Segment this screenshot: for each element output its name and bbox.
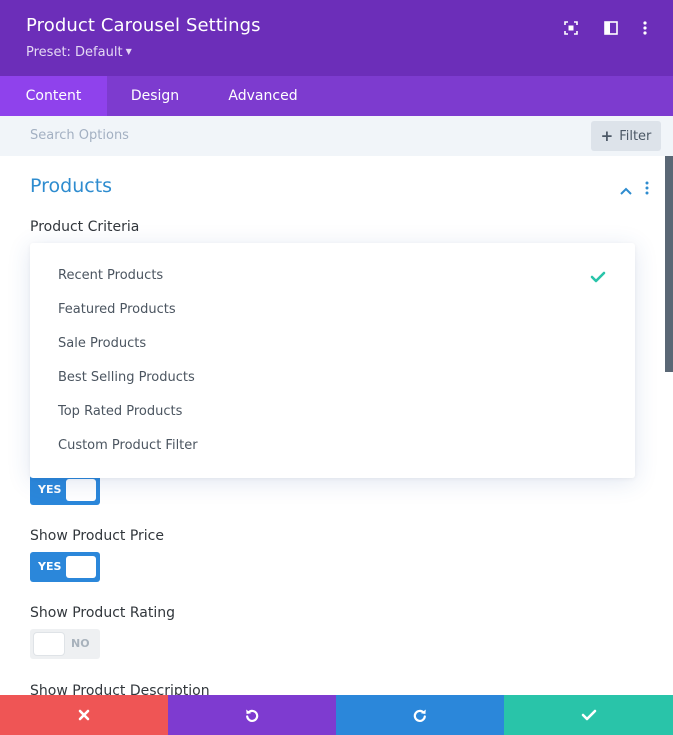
action-bar [0,695,673,735]
option-recent-products[interactable]: Recent Products [58,268,163,283]
option-custom-product-filter[interactable]: Custom Product Filter [58,438,198,453]
section-title[interactable]: Products [30,175,112,197]
search-input[interactable] [30,116,430,156]
undo-icon [246,709,259,722]
redo-button[interactable] [336,695,504,735]
cancel-button[interactable] [0,695,168,735]
check-icon [581,709,596,721]
toggle-show-product-title[interactable]: YES [30,475,100,505]
tab-content[interactable]: Content [0,76,107,116]
toggle-knob [34,633,64,655]
show-product-rating-label: Show Product Rating [30,605,175,621]
preset-label: Preset: Default [26,45,123,60]
option-sale-products[interactable]: Sale Products [58,336,146,351]
toggle-state: YES [38,483,62,496]
option-best-selling-products[interactable]: Best Selling Products [58,370,195,385]
undo-button[interactable] [168,695,336,735]
redo-icon [413,709,426,722]
product-criteria-label: Product Criteria [30,219,140,235]
modal-title: Product Carousel Settings [26,15,261,36]
chevron-up-icon[interactable] [619,181,633,200]
filter-button[interactable]: + Filter [591,121,661,151]
option-top-rated-products[interactable]: Top Rated Products [58,404,182,419]
show-product-price-label: Show Product Price [30,528,164,544]
toggle-state: NO [71,637,90,650]
search-bar: + Filter [0,116,673,156]
toggle-show-product-price[interactable]: YES [30,552,100,582]
section-options-icon[interactable] [645,180,649,199]
filter-label: Filter [619,128,652,144]
close-icon [78,709,90,721]
scrollbar[interactable] [665,156,673,372]
option-featured-products[interactable]: Featured Products [58,302,176,317]
check-icon [590,268,606,287]
toggle-state: YES [38,560,62,573]
toggle-knob [66,556,96,578]
tab-advanced[interactable]: Advanced [203,76,323,116]
tab-bar: Content Design Advanced [0,76,673,116]
sidebar-layout-icon[interactable] [602,19,620,37]
expand-icon[interactable] [562,19,580,37]
toggle-knob [66,479,96,501]
caret-down-icon: ▼ [125,47,132,56]
toggle-show-product-rating[interactable]: NO [30,629,100,659]
more-options-icon[interactable] [636,19,654,37]
tab-design[interactable]: Design [107,76,203,116]
modal-header: Product Carousel Settings Preset: Defaul… [0,0,673,76]
plus-icon: + [600,127,614,145]
product-criteria-dropdown: Recent Products Featured Products Sale P… [30,243,635,478]
preset-selector[interactable]: Preset: Default ▼ [26,45,132,60]
save-button[interactable] [504,695,673,735]
